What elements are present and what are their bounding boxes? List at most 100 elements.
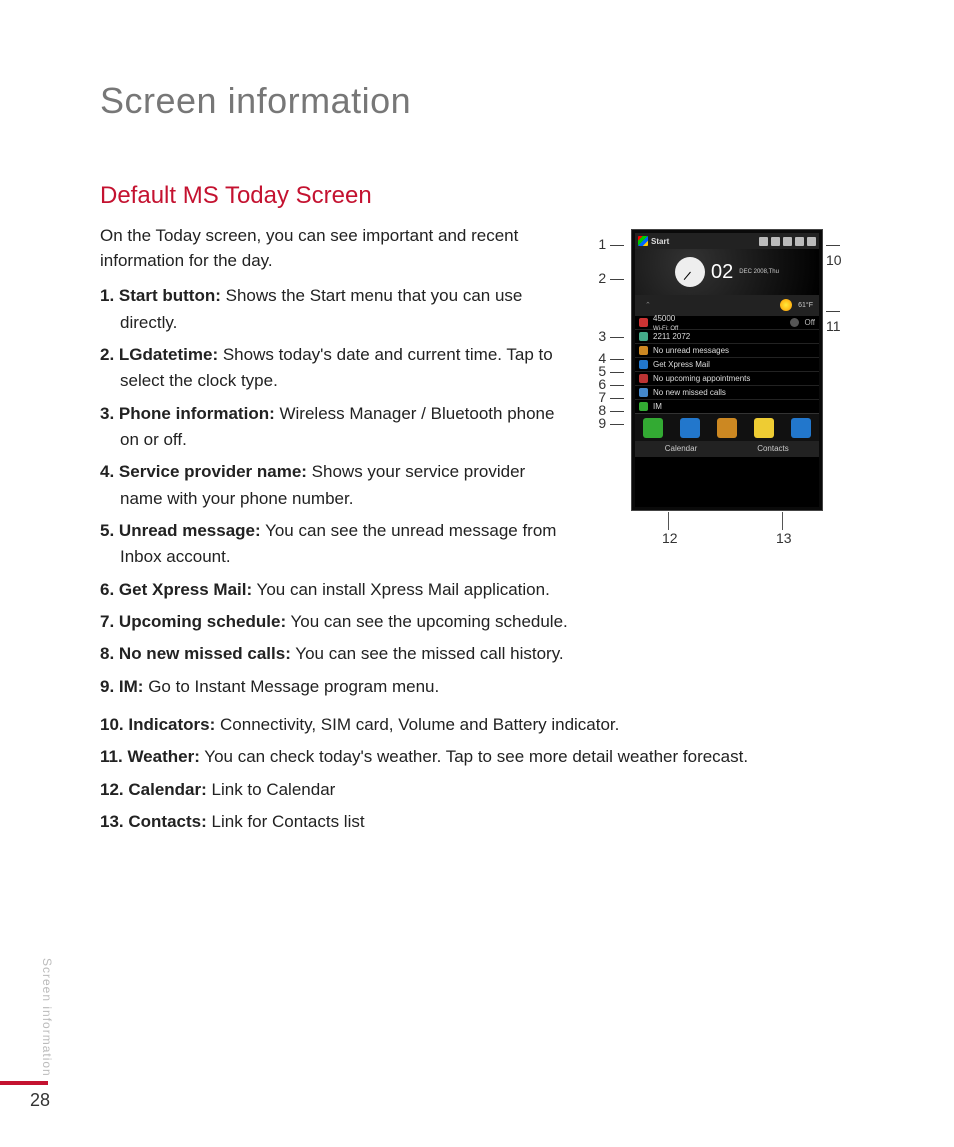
callout-13: 13 — [776, 530, 792, 546]
globe-icon — [639, 318, 648, 327]
phone-row: No upcoming appointments — [635, 371, 819, 385]
callout-11: — 11 — [826, 302, 856, 334]
item-desc: You can see the missed call history. — [291, 644, 564, 663]
item-term: Indicators: — [128, 715, 215, 734]
item-desc: Go to Instant Message program menu. — [143, 677, 439, 696]
list-item: 12. Calendar: Link to Calendar — [100, 777, 854, 803]
mail-app-icon — [717, 418, 737, 438]
volume-icon — [783, 237, 792, 246]
item-term: Start button: — [119, 286, 221, 305]
phone-icon — [639, 332, 648, 341]
callout-9: 9 — — [594, 415, 624, 431]
item-term: Calendar: — [128, 780, 206, 799]
phone-row: 45000Wi-Fi: Off Off — [635, 315, 819, 329]
item-num: 11. — [100, 747, 123, 766]
softkey-right: Contacts — [727, 441, 819, 457]
close-icon — [807, 237, 816, 246]
clock-dial-icon — [675, 257, 705, 287]
weather-temp: 61°F — [798, 302, 813, 309]
clock-date: DEC 2008,Thu — [739, 269, 779, 276]
list-item: 11. Weather: You can check today's weath… — [100, 744, 854, 770]
phone-row: IM — [635, 399, 819, 413]
sun-icon — [780, 299, 792, 311]
item-term: Contacts: — [128, 812, 206, 831]
phone-app-icon — [643, 418, 663, 438]
item-num: 12. — [100, 780, 124, 799]
page-number: 28 — [30, 1090, 50, 1111]
item-term: Service provider name: — [119, 462, 307, 481]
item-term: No new missed calls: — [119, 644, 291, 663]
chevron-up-icon: ⌃ — [645, 301, 651, 309]
item-desc: You can install Xpress Mail application. — [252, 580, 550, 599]
envelope-icon — [639, 346, 648, 355]
windows-flag-icon — [638, 236, 648, 246]
item-term: Phone information: — [119, 404, 275, 423]
battery-icon — [795, 237, 804, 246]
intro-text: On the Today screen, you can see importa… — [100, 224, 570, 273]
item-term: Unread message: — [119, 521, 261, 540]
item-term: LGdatetime: — [119, 345, 218, 364]
bluetooth-icon — [790, 318, 799, 327]
im-icon — [639, 402, 648, 411]
favorites-app-icon — [754, 418, 774, 438]
item-term: IM: — [119, 677, 144, 696]
list-item: 4. Service provider name: Shows your ser… — [100, 459, 570, 512]
signal-icon — [759, 237, 768, 246]
item-desc: You can check today's weather. Tap to se… — [200, 747, 748, 766]
list-item: 3. Phone information: Wireless Manager /… — [100, 401, 570, 454]
more-app-icon — [791, 418, 811, 438]
item-num: 6. — [100, 580, 114, 599]
callout-10: — 10 — [826, 236, 856, 268]
side-label: Screen information — [40, 958, 54, 1077]
browser-app-icon — [680, 418, 700, 438]
mail-icon — [639, 360, 648, 369]
item-num: 8. — [100, 644, 114, 663]
phone-row: No new missed calls — [635, 385, 819, 399]
callout-2: 2 — — [594, 270, 624, 286]
phone-row: No unread messages — [635, 343, 819, 357]
phone-weather-row: ⌃ 61°F — [635, 295, 819, 315]
item-num: 9. — [100, 677, 114, 696]
phone-screenshot: 1 — 2 — 3 — 4 — 5 — 6 — 7 — 8 — 9 — — 10… — [594, 230, 854, 550]
item-num: 10. — [100, 715, 124, 734]
page-title: Screen information — [100, 80, 854, 122]
item-desc: Connectivity, SIM card, Volume and Batte… — [215, 715, 619, 734]
phone-softkeys: Calendar Contacts — [635, 441, 819, 457]
item-num: 4. — [100, 462, 114, 481]
item-desc: You can see the upcoming schedule. — [286, 612, 568, 631]
list-item: 2. LGdatetime: Shows today's date and cu… — [100, 342, 570, 395]
list-item: 10. Indicators: Connectivity, SIM card, … — [100, 712, 854, 738]
item-num: 1. — [100, 286, 114, 305]
softkey-left: Calendar — [635, 441, 727, 457]
item-num: 2. — [100, 345, 114, 364]
item-term: Get Xpress Mail: — [119, 580, 252, 599]
list-item: 7. Upcoming schedule: You can see the up… — [100, 609, 570, 635]
list-item: 8. No new missed calls: You can see the … — [100, 641, 570, 667]
item-num: 7. — [100, 612, 114, 631]
clock-time: 02 — [711, 261, 733, 284]
phone-row: Get Xpress Mail — [635, 357, 819, 371]
list-item: 13. Contacts: Link for Contacts list — [100, 809, 854, 835]
phone-launcher — [635, 413, 819, 441]
item-term: Upcoming schedule: — [119, 612, 286, 631]
item-desc: Link for Contacts list — [207, 812, 365, 831]
item-num: 13. — [100, 812, 124, 831]
callout-3: 3 — — [594, 328, 624, 344]
item-term: Weather: — [127, 747, 199, 766]
calendar-icon — [639, 374, 648, 383]
item-num: 5. — [100, 521, 114, 540]
phone-row: 2211 2072 — [635, 329, 819, 343]
list-item: 1. Start button: Shows the Start menu th… — [100, 283, 570, 336]
section-title: Default MS Today Screen — [100, 182, 854, 210]
list-item: 5. Unread message: You can see the unrea… — [100, 518, 570, 571]
list-item: 6. Get Xpress Mail: You can install Xpre… — [100, 577, 570, 603]
item-desc: Link to Calendar — [207, 780, 336, 799]
callout-1: 1 — — [594, 236, 624, 252]
phone-clock: 02 DEC 2008,Thu — [635, 249, 819, 295]
accent-bar — [0, 1081, 48, 1085]
start-button-label: Start — [651, 237, 669, 246]
callout-12: 12 — [662, 530, 678, 546]
signal-icon — [771, 237, 780, 246]
item-num: 3. — [100, 404, 114, 423]
phone-icon — [639, 388, 648, 397]
